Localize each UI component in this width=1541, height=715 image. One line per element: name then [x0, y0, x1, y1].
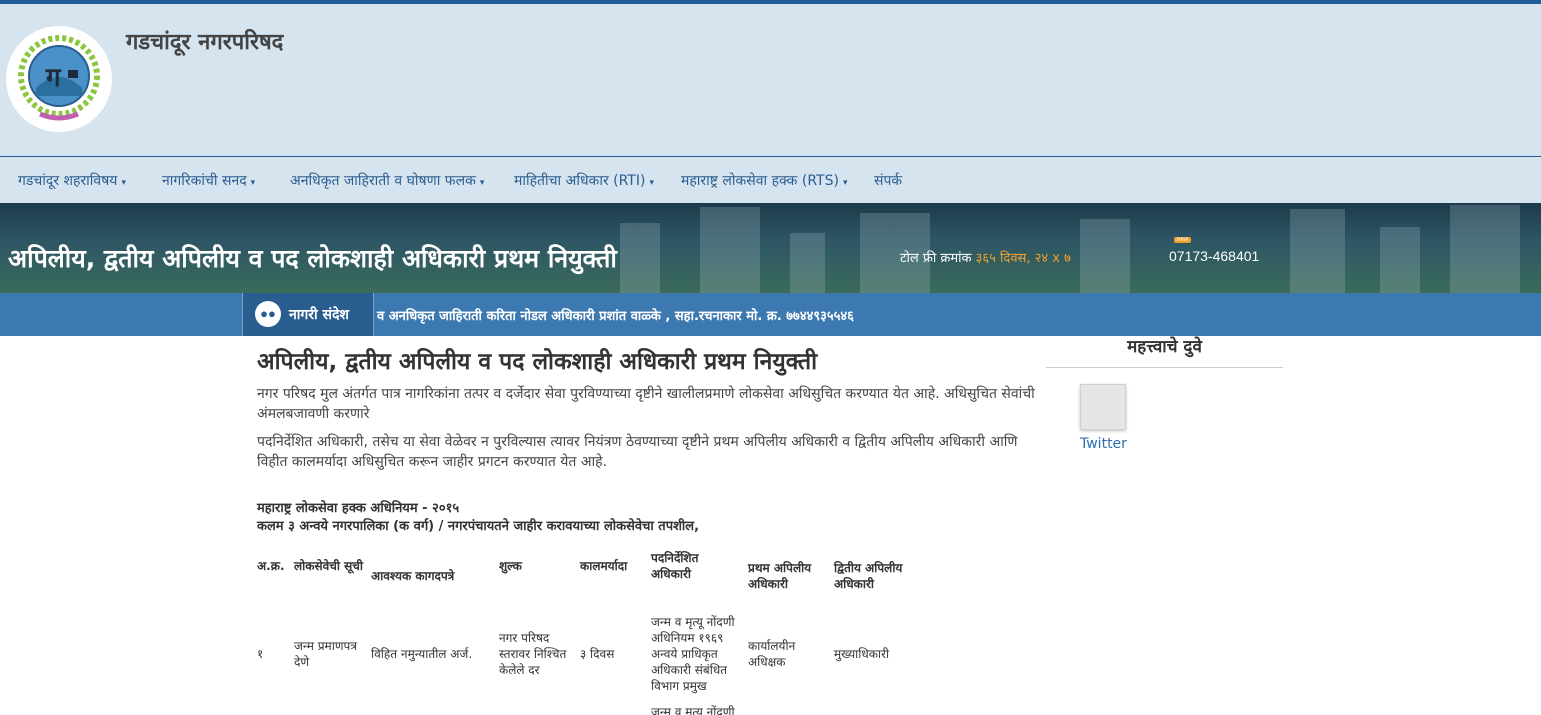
- site-header: ग गडचांदूर नगरपरिषद: [0, 4, 1541, 156]
- banner-building: [1290, 209, 1345, 293]
- details-paragraph: पदनिर्देशित अधिकारी, तसेच या सेवा वेळेवर…: [257, 434, 1018, 470]
- svg-text:ग: ग: [45, 63, 62, 93]
- main-content: अपिलीय, द्वतीय अपिलीय व पद लोकशाही अधिका…: [257, 344, 1037, 480]
- municipal-logo[interactable]: ग: [6, 26, 112, 132]
- banner-building: [1380, 227, 1420, 293]
- banner-building: [620, 223, 660, 293]
- nav-item-rti[interactable]: माहितीचा अधिकार (RTI) ▾: [514, 171, 654, 190]
- cell-officer: जन्म व मृत्यू नोंदणी अधिनियम १९६९ अन्वये…: [651, 615, 735, 693]
- nav-item-contact[interactable]: संपर्क: [874, 171, 902, 190]
- nav-label: संपर्क: [874, 173, 903, 189]
- banner-building: [1450, 205, 1520, 293]
- site-title[interactable]: गडचांदूर नगरपरिषद: [126, 26, 283, 56]
- table-header-time: कालमर्यादा: [580, 559, 628, 573]
- tollfree-info: टोल फ्री क्रमांक ३६५ दिवस, २४ x ७: [900, 248, 1071, 266]
- table-header-sr: अ.क्र.: [257, 559, 285, 573]
- nav-label: माहितीचा अधिकार (RTI): [514, 173, 646, 189]
- table-header-service: लोकसेवेची सूची: [294, 559, 363, 573]
- cell-time: ३ दिवस: [580, 647, 615, 661]
- table-header-second-appeal: द्वितीय अपिलीय अधिकारी: [834, 561, 903, 591]
- nav-label: महाराष्ट्र लोकसेवा हक्क (RTS): [681, 173, 839, 189]
- logo-emblem-icon: ग: [9, 29, 109, 129]
- banner-building: [700, 207, 760, 293]
- banner-building: [790, 233, 825, 293]
- tollfree-hours: ३६५ दिवस, २४ x ७: [975, 251, 1071, 266]
- twitter-icon[interactable]: [1080, 384, 1126, 430]
- table-header-docs: आवश्यक कागदपत्रे: [371, 569, 455, 583]
- new-badge: new: [1174, 237, 1192, 243]
- caret-down-icon: ▾: [121, 178, 126, 188]
- news-label: नागरी संदेश: [289, 307, 349, 323]
- sidebar-important-links: महत्त्वाचे दुवे Twitter: [1046, 334, 1283, 452]
- cell-first-appeal: कार्यालयीन अधिक्षक: [748, 639, 796, 669]
- nav-item-citizen-charter[interactable]: नागरिकांची सनद ▾: [162, 171, 255, 190]
- table-header-officer: पदनिर्देशित अधिकारी: [651, 551, 699, 581]
- sidebar-title: महत्त्वाचे दुवे: [1046, 334, 1283, 368]
- nav-label: अनधिकृत जाहिराती व घोषणा फलक: [290, 173, 476, 189]
- cell-service: जन्म प्रमाणपत्र देणे: [294, 639, 357, 669]
- caret-down-icon: ▾: [649, 178, 654, 188]
- page-banner: अपिलीय, द्वतीय अपिलीय व पद लोकशाही अधिका…: [0, 203, 1541, 293]
- news-ticker-text[interactable]: व अनधिकृत जाहिराती करिता नोडल अधिकारी प्…: [377, 306, 854, 324]
- nav-item-illegal-ads[interactable]: अनधिकृत जाहिराती व घोषणा फलक ▾: [290, 171, 484, 190]
- act-subtitle: कलम ३ अन्वये नगरपालिका (क वर्ग) / नगरपंच…: [257, 519, 700, 534]
- nav-label: गडचांदूर शहराविषय: [18, 173, 118, 189]
- banner-title: अपिलीय, द्वतीय अपिलीय व पद लोकशाही अधिका…: [8, 244, 617, 273]
- intro-paragraph: नगर परिषद मुल अंतर्गत पात्र नागरिकांना त…: [257, 386, 1035, 422]
- cell-sr: १: [257, 647, 264, 661]
- main-navigation: गडचांदूर शहराविषय ▾ नागरिकांची सनद ▾ अनधिक…: [0, 156, 1541, 203]
- caret-down-icon: ▾: [842, 178, 848, 188]
- cell-officer-partial: जन्म व मृत्यू नोंदणी: [651, 705, 735, 715]
- cell-docs: विहित नमुन्यातील अर्ज.: [371, 647, 473, 661]
- news-ticker-bar: ●● नागरी संदेश व अनधिकृत जाहिराती करिता …: [0, 293, 1541, 336]
- cell-second-appeal: मुख्याधिकारी: [834, 647, 890, 661]
- news-label-box: ●● नागरी संदेश: [242, 293, 374, 336]
- banner-building: [1080, 219, 1130, 293]
- caret-down-icon: ▾: [250, 178, 256, 188]
- nav-item-rts[interactable]: महाराष्ट्र लोकसेवा हक्क (RTS) ▾: [681, 171, 847, 190]
- nav-item-city-info[interactable]: गडचांदूर शहराविषय ▾: [18, 171, 126, 190]
- twitter-link[interactable]: Twitter: [1080, 436, 1127, 452]
- act-heading: महाराष्ट्र लोकसेवा हक्क अधिनियम - २०१५ क…: [257, 500, 699, 536]
- table-header-fee: शुल्क: [499, 559, 522, 573]
- table-header-first-appeal: प्रथम अपिलीय अधिकारी: [748, 561, 812, 591]
- act-title: महाराष्ट्र लोकसेवा हक्क अधिनियम - २०१५: [257, 501, 460, 516]
- users-icon: ●●: [255, 301, 281, 327]
- cell-fee: नगर परिषद स्तरावर निश्चित केलेले दर: [499, 631, 567, 677]
- tollfree-phone[interactable]: 07173-468401: [1169, 248, 1259, 264]
- tollfree-label: टोल फ्री क्रमांक: [900, 251, 972, 266]
- page-title: अपिलीय, द्वतीय अपिलीय व पद लोकशाही अधिका…: [257, 349, 818, 375]
- caret-down-icon: ▾: [479, 178, 485, 188]
- nav-label: नागरिकांची सनद: [162, 173, 247, 189]
